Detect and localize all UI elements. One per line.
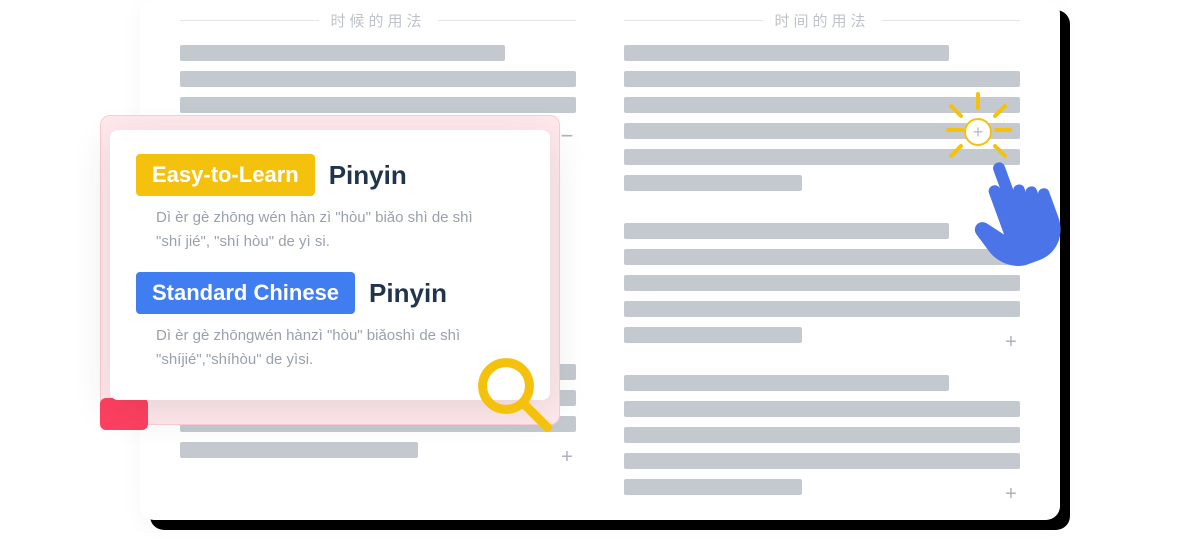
collapse-icon[interactable]: − bbox=[558, 129, 576, 147]
easy-to-learn-badge: Easy-to-Learn bbox=[136, 154, 315, 196]
content-block: + bbox=[624, 375, 1020, 505]
content-block bbox=[624, 45, 1020, 201]
right-column-heading: 时间的用法 bbox=[624, 10, 1020, 31]
standard-pinyin-text: Dì èr gè zhōngwén hànzì "hòu" biǎoshì de… bbox=[156, 324, 496, 372]
standard-pinyin-row: Standard Chinese Pinyin bbox=[136, 272, 524, 314]
standard-chinese-badge: Standard Chinese bbox=[136, 272, 355, 314]
expand-icon[interactable]: + bbox=[1002, 485, 1020, 503]
left-heading-label: 时候的用法 bbox=[319, 10, 438, 31]
expand-icon[interactable]: + bbox=[558, 448, 576, 466]
right-column: 时间的用法 + bbox=[624, 10, 1020, 490]
easy-pinyin-text: Dì èr gè zhōng wén hàn zì "hòu" biǎo shì… bbox=[156, 206, 496, 254]
content-block: + bbox=[624, 223, 1020, 353]
easy-pinyin-row: Easy-to-Learn Pinyin bbox=[136, 154, 524, 196]
right-heading-label: 时间的用法 bbox=[763, 10, 882, 31]
highlight-accent bbox=[100, 398, 148, 430]
left-column-heading: 时候的用法 bbox=[180, 10, 576, 31]
pinyin-label: Pinyin bbox=[369, 278, 447, 309]
pinyin-popup: Easy-to-Learn Pinyin Dì èr gè zhōng wén … bbox=[110, 130, 550, 400]
expand-icon[interactable]: + bbox=[1002, 333, 1020, 351]
pinyin-label: Pinyin bbox=[329, 160, 407, 191]
